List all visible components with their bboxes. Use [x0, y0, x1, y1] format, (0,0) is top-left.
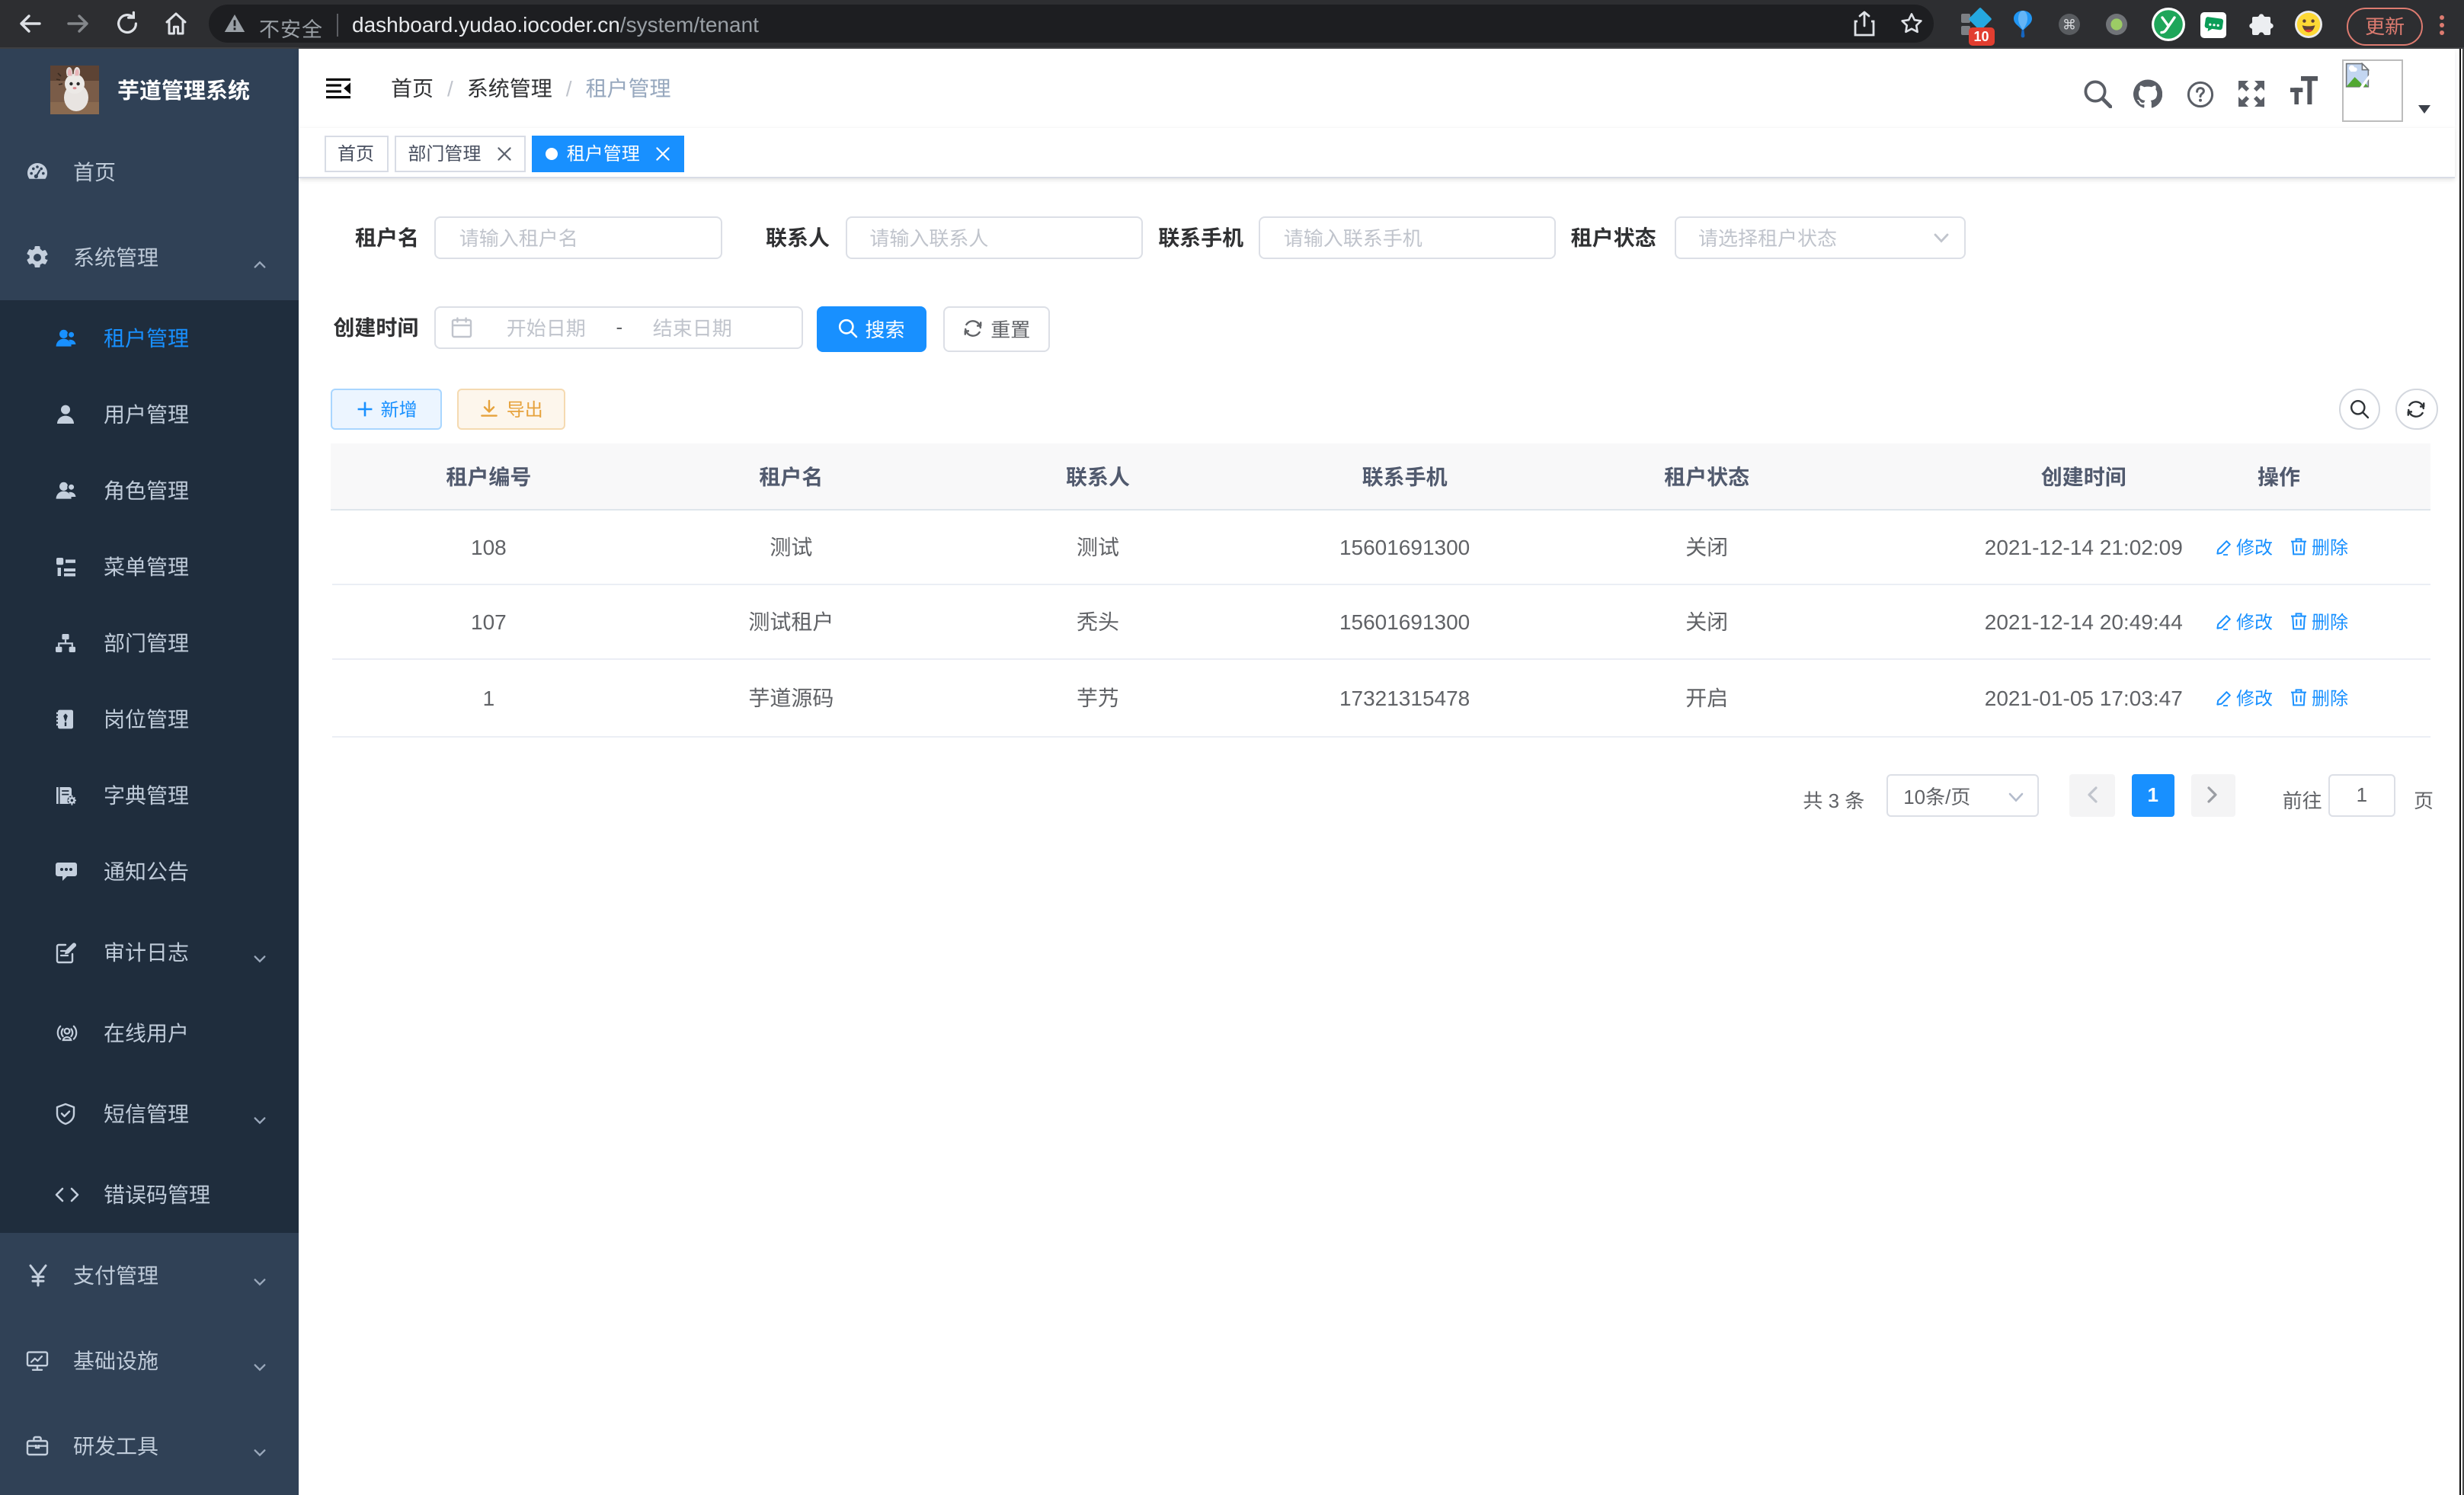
svg-text:⌘: ⌘ — [2062, 17, 2076, 32]
